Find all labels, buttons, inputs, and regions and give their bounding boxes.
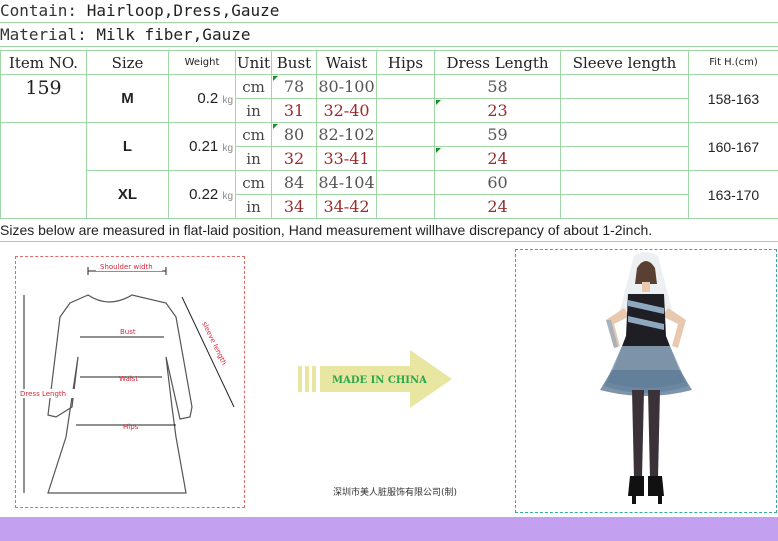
length-cm: 58 [434,74,561,99]
fit-height: 160-167 [688,122,778,171]
weight-cell: 0.2 kg [168,74,236,123]
model-illustration-icon [600,252,692,504]
weight-value: 0.21 [189,138,219,155]
hips-cm [376,74,435,99]
sleeve-in [560,194,689,219]
weight-unit: kg [222,191,233,202]
length-cm: 59 [434,122,561,147]
fit-height: 163-170 [688,170,778,219]
length-in: 24 [434,146,561,171]
bust-cm: 80 [271,122,317,147]
unit-in: in [235,146,272,171]
col-sleeve-length: Sleeve length [560,50,689,75]
hips-in [376,98,435,123]
sleeve-in [560,146,689,171]
contain-value: Hairloop,Dress,Gauze [86,1,280,20]
size-cell: M [86,74,169,123]
col-hips: Hips [376,50,435,75]
col-size: Size [86,50,169,75]
weight-cell: 0.22 kg [168,170,236,219]
contain-line: Contain: Hairloop,Dress,Gauze [0,0,778,23]
size-cell: XL [86,170,169,219]
waist-in: 32-40 [316,98,377,123]
item-number-empty [0,122,87,219]
item-number: 159 [0,74,87,123]
weight-unit: kg [222,95,233,106]
sleeve-in [560,98,689,123]
material-label: Material: [0,25,87,44]
waist-in: 33-41 [316,146,377,171]
waist-in: 34-42 [316,194,377,219]
made-in-china-text: MADE IN CHINA [332,375,427,386]
col-item-no: Item NO. [0,50,87,75]
measurement-diagram: Shoulder width Bust Waist Hips Dress Len… [15,256,245,508]
material-value: Milk fiber,Gauze [96,25,251,44]
contain-label: Contain: [0,1,78,20]
hips-cm [376,122,435,147]
sleeve-cm [560,122,689,147]
bust-cm: 78 [271,74,317,99]
table-header-row: Item NO. Size Weight Unit Bust Waist Hip… [0,50,778,75]
waist-label: Waist [119,375,138,383]
hips-in [376,146,435,171]
waist-cm: 80-100 [316,74,377,99]
unit-in: in [235,98,272,123]
fit-height: 158-163 [688,74,778,123]
table-row: XL 0.22 kg cm 84 84-104 60 163-170 [1,170,778,219]
col-bust: Bust [271,50,317,75]
dress-outline-icon: Shoulder width Bust Waist Hips Dress Len… [18,261,235,494]
waist-cm: 82-102 [316,122,377,147]
unit-cm: cm [235,122,272,147]
col-dress-length: Dress Length [434,50,561,75]
weight-value: 0.2 [197,90,219,107]
measurement-note: Sizes below are measured in flat-laid po… [0,219,778,242]
bust-label: Bust [120,328,136,336]
hips-cm [376,170,435,195]
factory-caption: 深圳市美人脏服饰有限公司(制) [333,488,458,498]
bust-in: 31 [271,98,317,123]
made-in-china-arrow: MADE IN CHINA [298,350,454,412]
col-weight: Weight [168,50,236,75]
product-photo [515,249,777,513]
size-table: Item NO. Size Weight Unit Bust Waist Hip… [0,50,778,219]
weight-value: 0.22 [189,186,219,203]
weight-unit: kg [222,143,233,154]
unit-cm: cm [235,74,272,99]
bust-in: 34 [271,194,317,219]
size-cell: L [86,122,169,171]
dress-length-label: Dress Length [20,390,66,398]
table-row: 159 M 0.2 kg cm 78 80-100 58 158-163 [0,74,778,123]
hips-in [376,194,435,219]
material-line: Material: Milk fiber,Gauze [0,24,778,47]
col-waist: Waist [316,50,377,75]
bust-cm: 84 [271,170,317,195]
sleeve-cm [560,170,689,195]
waist-cm: 84-104 [316,170,377,195]
length-in: 23 [434,98,561,123]
bust-in: 32 [271,146,317,171]
unit-cm: cm [235,170,272,195]
length-in: 24 [434,194,561,219]
col-fit-height: Fit H.(cm) [688,50,778,75]
hips-label: Hips [123,423,139,431]
unit-in: in [235,194,272,219]
table-row: L 0.21 kg cm 80 82-102 59 160-167 [0,122,778,219]
shoulder-width-label: Shoulder width [100,263,153,271]
col-unit: Unit [235,50,272,75]
bottom-bar [0,517,778,541]
weight-cell: 0.21 kg [168,122,236,171]
sleeve-cm [560,74,689,99]
length-cm: 60 [434,170,561,195]
